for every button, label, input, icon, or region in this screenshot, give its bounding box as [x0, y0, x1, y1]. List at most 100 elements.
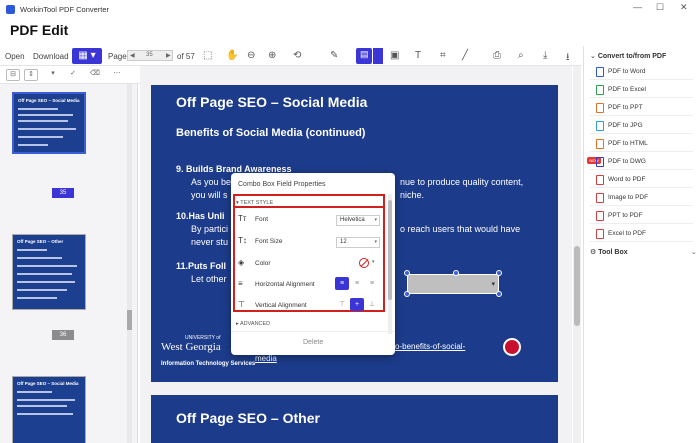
font-icon: Tт	[238, 214, 247, 223]
thumbnail-line	[17, 399, 75, 401]
resize-handle[interactable]	[496, 270, 502, 276]
convert-item[interactable]: Word to PDF	[590, 172, 693, 188]
align-center-button[interactable]: ≡	[350, 277, 364, 290]
resize-handle[interactable]	[496, 291, 502, 297]
crop-icon[interactable]: ⌗	[440, 50, 446, 61]
resize-handle[interactable]	[404, 291, 410, 297]
search-icon[interactable]: ⌕	[518, 50, 524, 61]
font-size-icon: T↕	[238, 236, 247, 245]
check-icon[interactable]: ✓	[66, 69, 80, 81]
convert-item[interactable]: Image to PDF	[590, 190, 693, 206]
slide-link[interactable]: o-benefits-of-social-	[395, 342, 465, 351]
color-label: Color	[255, 260, 271, 267]
line-tool-icon[interactable]: ╱	[462, 50, 468, 61]
color-picker[interactable]	[359, 258, 369, 268]
image-tool-icon[interactable]: ▣	[390, 50, 399, 61]
minimize-button[interactable]: —	[633, 2, 642, 12]
page-label: Page	[108, 52, 127, 61]
chevron-down-icon: ▾	[374, 239, 377, 245]
thumbnail-line	[17, 391, 52, 393]
convert-item[interactable]: NEW PDF to DWG	[587, 154, 693, 170]
thumbnail-scrollbar[interactable]	[127, 84, 132, 443]
highlight-tool-icon[interactable]: ✎	[330, 50, 338, 61]
resize-handle[interactable]	[404, 270, 410, 276]
more-icon[interactable]: ⋯	[110, 69, 124, 81]
scroll-thumb[interactable]	[388, 200, 392, 300]
delete-button[interactable]: Delete	[303, 339, 323, 346]
convert-item[interactable]: PPT to PDF	[590, 208, 693, 224]
align-left-button[interactable]: ≡	[335, 277, 349, 290]
align-bottom-button[interactable]: ⊥	[365, 298, 379, 311]
rotate-icon[interactable]: ⟲	[293, 50, 301, 61]
header: PDF Edit	[0, 18, 700, 46]
advanced-header[interactable]: ▸ ADVANCED	[236, 321, 270, 327]
convert-section-header[interactable]: ⌄ Convert to/from PDF	[590, 52, 666, 60]
scroll-thumb[interactable]	[574, 246, 580, 326]
dwg-file-icon	[596, 157, 604, 167]
page-number-input[interactable]: 35	[146, 52, 153, 58]
convert-item-label: PDF to HTML	[608, 140, 648, 147]
font-label: Font	[255, 216, 269, 223]
slide-text: you will s	[191, 190, 228, 200]
download-icon[interactable]: ⭳	[566, 50, 570, 67]
font-select[interactable]: Helvetica ▾	[336, 215, 380, 226]
dialog-scrollbar[interactable]	[388, 194, 392, 334]
grid-view-button[interactable]: ▦ ▾	[72, 48, 102, 64]
edit-form-button[interactable]: ▤	[356, 48, 372, 64]
text-style-header[interactable]: ▾ TEXT STYLE	[236, 200, 273, 206]
download-button[interactable]: Download	[33, 52, 69, 61]
align-top-button[interactable]: ⊤	[335, 298, 349, 311]
convert-panel: ⌄ Convert to/from PDF PDF to Word PDF to…	[583, 46, 700, 443]
dropdown-icon[interactable]: ▾	[46, 69, 60, 81]
convert-item[interactable]: PDF to JPG	[590, 118, 693, 134]
insert-page-icon[interactable]: ⊟	[6, 69, 20, 81]
extract-page-icon[interactable]: ⇕	[24, 69, 38, 81]
maximize-button[interactable]: ☐	[656, 2, 664, 13]
align-middle-button[interactable]: +	[350, 298, 364, 311]
convert-item[interactable]: PDF to HTML	[590, 136, 693, 152]
section-label: Tool Box	[598, 249, 628, 256]
convert-item-label: PDF to Word	[608, 68, 646, 75]
thumbnail-page[interactable]: Off Page SEO – Other	[12, 234, 86, 310]
convert-item[interactable]: PDF to Excel	[590, 82, 693, 98]
slide-title: Off Page SEO – Other	[176, 410, 320, 426]
save-icon[interactable]: ⤓	[543, 50, 547, 61]
toolbox-section-header[interactable]: ⚙ Tool Box	[590, 248, 628, 256]
thumbnail-line	[18, 128, 76, 130]
slide-link[interactable]: media	[255, 354, 277, 363]
convert-item[interactable]: Excel to PDF	[590, 226, 693, 242]
scroll-thumb[interactable]	[127, 310, 132, 330]
text-style-section	[233, 194, 385, 312]
slide-text: o reach users that would have	[400, 224, 521, 234]
close-button[interactable]: ✕	[680, 2, 688, 13]
thumbnail-line	[17, 249, 47, 251]
convert-item[interactable]: PDF to Word	[590, 64, 693, 80]
combo-box-field[interactable]: ▾	[407, 274, 499, 294]
slide-text: Let other	[191, 274, 227, 284]
document-scrollbar[interactable]	[573, 66, 581, 443]
chevron-down-icon[interactable]: ⌄	[691, 248, 697, 256]
delete-page-icon[interactable]: ⌫	[88, 69, 102, 81]
thumbnail-line	[17, 297, 57, 299]
font-size-select[interactable]: 12 ▾	[336, 237, 380, 248]
hand-tool-icon[interactable]: ✋	[226, 50, 238, 61]
text-tool-icon[interactable]: T	[415, 50, 421, 61]
resize-handle[interactable]	[453, 270, 459, 276]
print-icon[interactable]: ⎙	[493, 50, 501, 61]
thumbnail-page[interactable]: Off Page SEO – Social Media	[12, 92, 86, 154]
open-button[interactable]: Open	[5, 52, 25, 61]
convert-item[interactable]: PDF to PPT	[590, 100, 693, 116]
prev-page-icon[interactable]: ◀	[130, 52, 135, 59]
thumbnail-page[interactable]: Off Page SEO – Social Media	[12, 376, 86, 443]
main-toolbar: Open Download ▦ ▾ Page ◀ 35 ▶ of 57 ⬚ ✋ …	[0, 46, 582, 66]
next-page-icon[interactable]: ▶	[166, 52, 171, 59]
fit-page-icon[interactable]: ⬚	[203, 50, 212, 61]
chevron-down-icon[interactable]: ▾	[372, 259, 375, 265]
align-right-button[interactable]: ≡	[365, 277, 379, 290]
thumbnail-line	[17, 273, 72, 275]
zoom-out-icon[interactable]: ⊖	[247, 50, 255, 61]
page-navigator[interactable]: ◀ 35 ▶	[127, 50, 173, 61]
zoom-in-icon[interactable]: ⊕	[268, 50, 276, 61]
convert-item-label: PDF to Excel	[608, 86, 646, 93]
edit-form-dropdown[interactable]	[373, 48, 383, 64]
